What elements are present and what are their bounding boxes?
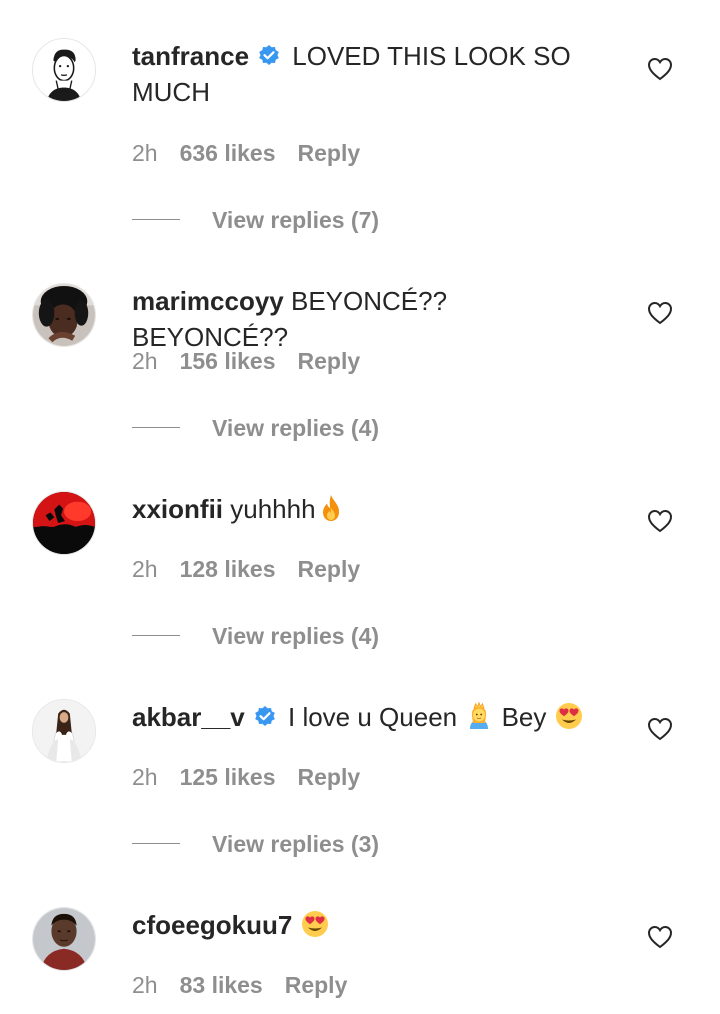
- comment-text: marimccoyy BEYONCÉ?? BEYONCÉ??: [132, 283, 602, 355]
- reply-button[interactable]: Reply: [298, 348, 361, 374]
- comment-meta: 2h 156 likes Reply: [132, 347, 360, 375]
- likes-count[interactable]: 636 likes: [180, 140, 276, 166]
- username[interactable]: xxionfii: [132, 494, 223, 524]
- comment-meta: 2h 125 likes Reply: [132, 763, 360, 791]
- comment-meta: 2h 83 likes Reply: [132, 971, 347, 999]
- like-heart-icon[interactable]: [647, 300, 673, 326]
- likes-count[interactable]: 125 likes: [180, 764, 276, 790]
- likes-count[interactable]: 156 likes: [180, 348, 276, 374]
- comment-time: 2h: [132, 348, 158, 374]
- princess-emoji: [464, 701, 494, 731]
- comment-body: I love u Queen: [288, 702, 458, 732]
- divider-line: [132, 219, 180, 220]
- username[interactable]: cfoeegokuu7: [132, 910, 292, 940]
- username[interactable]: tanfrance: [132, 41, 249, 71]
- divider-line: [132, 843, 180, 844]
- comment-time: 2h: [132, 556, 158, 582]
- fire-emoji: [316, 493, 346, 523]
- comment-time: 2h: [132, 140, 158, 166]
- comment-time: 2h: [132, 764, 158, 790]
- heart-eyes-emoji: [554, 701, 584, 731]
- like-heart-icon[interactable]: [647, 56, 673, 82]
- likes-count[interactable]: 83 likes: [180, 972, 263, 998]
- view-replies-label: View replies (7): [212, 207, 380, 233]
- comment-text: cfoeegokuu7: [132, 907, 602, 943]
- comment-meta: 2h 128 likes Reply: [132, 555, 360, 583]
- comment-text: tanfrance LOVED THIS LOOK SO MUCH: [132, 38, 602, 110]
- view-replies-label: View replies (3): [212, 831, 380, 857]
- verified-badge-icon: [253, 705, 277, 729]
- comment-text: xxionfii yuhhhh: [132, 491, 602, 527]
- likes-count[interactable]: 128 likes: [180, 556, 276, 582]
- verified-badge-icon: [257, 44, 281, 68]
- username[interactable]: marimccoyy: [132, 286, 284, 316]
- like-heart-icon[interactable]: [647, 508, 673, 534]
- comment-body: yuhhhh: [230, 494, 316, 524]
- comment-text: akbar__v I love u Queen Bey: [132, 699, 602, 735]
- avatar[interactable]: [32, 283, 96, 347]
- like-heart-icon[interactable]: [647, 924, 673, 950]
- view-replies-label: View replies (4): [212, 415, 380, 441]
- username[interactable]: akbar__v: [132, 702, 245, 732]
- reply-button[interactable]: Reply: [298, 764, 361, 790]
- comment-time: 2h: [132, 972, 158, 998]
- avatar[interactable]: [32, 38, 96, 102]
- like-heart-icon[interactable]: [647, 716, 673, 742]
- divider-line: [132, 427, 180, 428]
- divider-line: [132, 635, 180, 636]
- avatar[interactable]: [32, 491, 96, 555]
- avatar[interactable]: [32, 907, 96, 971]
- view-replies-label: View replies (4): [212, 623, 380, 649]
- comment-body-2: Bey: [501, 702, 547, 732]
- avatar[interactable]: [32, 699, 96, 763]
- heart-eyes-emoji: [300, 909, 330, 939]
- reply-button[interactable]: Reply: [298, 140, 361, 166]
- reply-button[interactable]: Reply: [285, 972, 348, 998]
- comment-meta: 2h 636 likes Reply: [132, 139, 360, 167]
- reply-button[interactable]: Reply: [298, 556, 361, 582]
